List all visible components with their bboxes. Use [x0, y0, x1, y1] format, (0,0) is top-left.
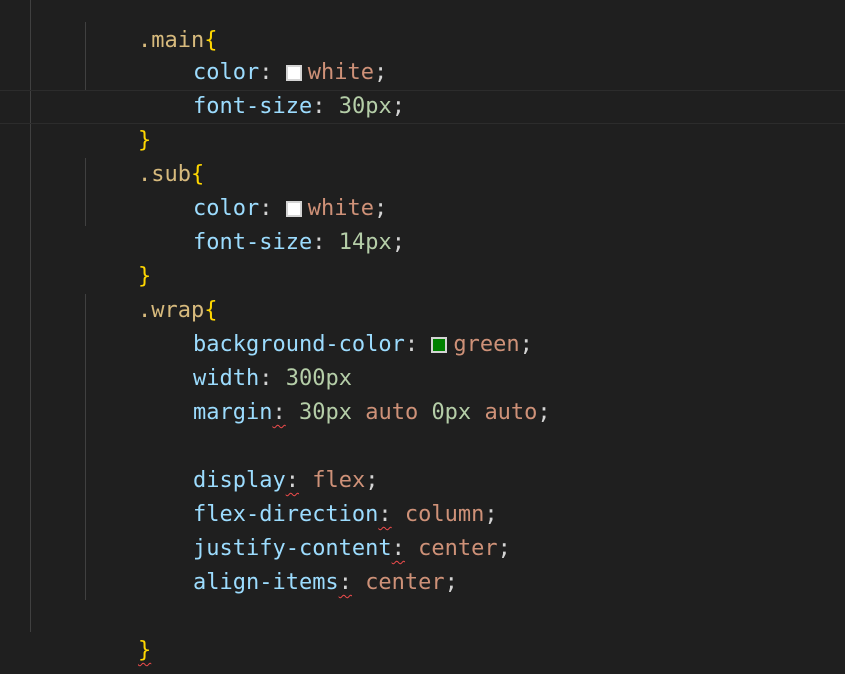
- code-line[interactable]: font-size: 14px;: [0, 192, 845, 255]
- code-line[interactable]: }: [0, 90, 845, 153]
- value: center: [365, 570, 445, 595]
- error-squiggle: :: [338, 570, 352, 595]
- value: 0px: [431, 400, 472, 425]
- value: 30px: [298, 400, 352, 425]
- value: auto: [484, 400, 538, 425]
- code-line[interactable]: .wrap{: [0, 260, 845, 323]
- code-line[interactable]: display: flex;: [0, 430, 845, 493]
- code-line[interactable]: align-items: center;: [0, 532, 845, 595]
- code-line[interactable]: background-color: green;: [0, 294, 845, 357]
- code-line[interactable]: justify-content: center;: [0, 498, 845, 561]
- code-editor[interactable]: .main{ color: white; font-size: 30px; } …: [0, 0, 845, 674]
- code-line[interactable]: </style>: [0, 634, 845, 674]
- code-line[interactable]: .sub{: [0, 124, 845, 187]
- code-line[interactable]: font-size: 30px;: [0, 56, 845, 119]
- code-line[interactable]: width: 300px: [0, 328, 845, 391]
- code-line[interactable]: flex-direction: column;: [0, 464, 845, 527]
- property: align-items: [192, 570, 339, 595]
- code-line[interactable]: margin: 30px auto 0px auto;: [0, 362, 845, 425]
- code-line[interactable]: .main{: [0, 0, 845, 53]
- code-line[interactable]: }: [0, 600, 845, 663]
- code-line[interactable]: color: white;: [0, 158, 845, 221]
- code-line[interactable]: }: [0, 226, 845, 289]
- property: margin: [192, 400, 273, 425]
- error-squiggle: :: [272, 400, 286, 425]
- code-line[interactable]: color: white;: [0, 22, 845, 85]
- value: auto: [365, 400, 419, 425]
